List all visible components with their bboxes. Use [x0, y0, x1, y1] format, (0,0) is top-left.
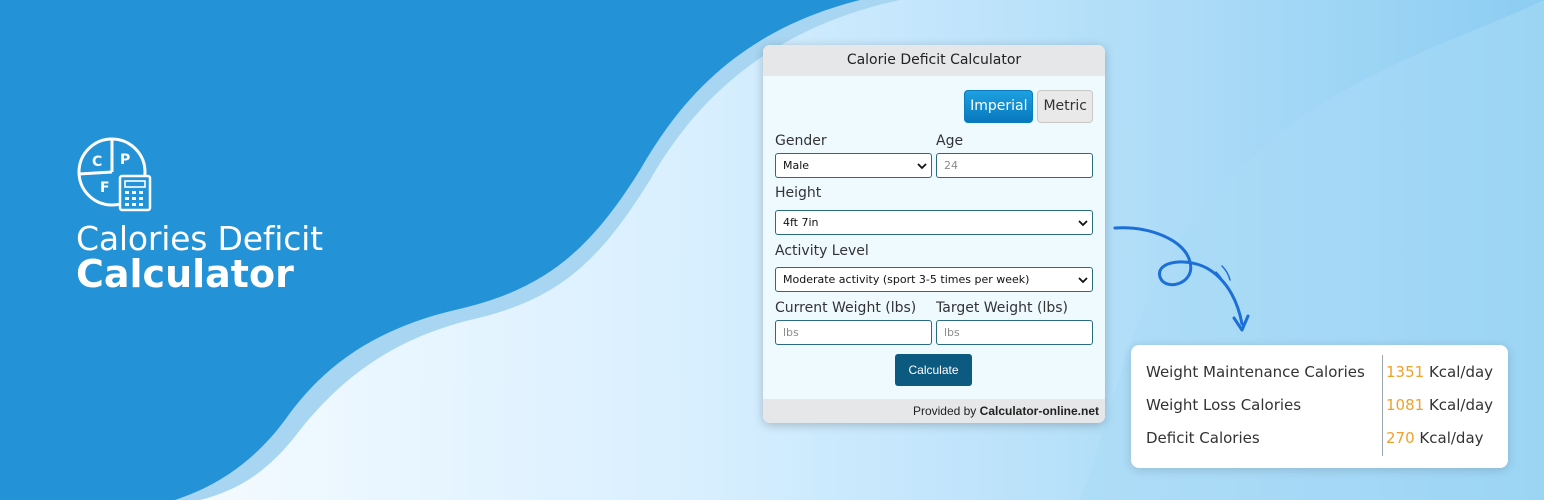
gender-label: Gender — [775, 133, 827, 149]
height-select-value: 4ft 7in — [783, 216, 819, 229]
result-unit: Kcal/day — [1428, 363, 1494, 381]
chevron-down-icon — [917, 163, 927, 170]
gender-select-value: Male — [783, 159, 810, 172]
brand-block: C P F Calories Deficit Calculator — [76, 136, 323, 294]
brand-title-line2: Calculator — [76, 252, 294, 296]
current-weight-input[interactable]: lbs — [775, 320, 932, 345]
logo-letter-c: C — [92, 154, 102, 170]
provider-link[interactable]: Calculator-online.net — [980, 404, 1099, 418]
target-weight-input[interactable]: lbs — [936, 320, 1093, 345]
activity-level-select[interactable]: Moderate activity (sport 3-5 times per w… — [775, 267, 1093, 292]
calculator-widget: Calorie Deficit Calculator Imperial Metr… — [763, 45, 1105, 423]
result-row-weight-loss: Weight Loss Calories 1081 Kcal/day — [1146, 396, 1493, 414]
result-value: 1351 — [1386, 363, 1425, 381]
calculator-title: Calorie Deficit Calculator — [763, 45, 1105, 76]
result-row-deficit: Deficit Calories 270 Kcal/day — [1146, 429, 1484, 447]
calculator-pie-logo-icon: C P F — [77, 137, 152, 212]
unit-toggle: Imperial Metric — [964, 90, 1093, 123]
results-card: Weight Maintenance Calories 1351 Kcal/da… — [1131, 345, 1508, 468]
height-label: Height — [775, 185, 822, 201]
result-unit: Kcal/day — [1428, 396, 1494, 414]
activity-level-select-value: Moderate activity (sport 3-5 times per w… — [783, 273, 1030, 286]
logo-letter-p: P — [120, 152, 130, 168]
imperial-button[interactable]: Imperial — [964, 90, 1034, 123]
height-select[interactable]: 4ft 7in — [775, 210, 1093, 235]
result-value-group: 1081 Kcal/day — [1386, 396, 1493, 414]
age-input[interactable]: 24 — [936, 153, 1093, 178]
result-label: Deficit Calories — [1146, 429, 1260, 447]
chevron-down-icon — [1078, 220, 1088, 227]
result-value-group: 1351 Kcal/day — [1386, 363, 1493, 381]
result-value: 270 — [1386, 429, 1415, 447]
calculate-button[interactable]: Calculate — [895, 354, 972, 386]
results-divider — [1382, 355, 1383, 456]
current-weight-label: Current Weight (lbs) — [775, 300, 917, 316]
result-value-group: 270 Kcal/day — [1386, 429, 1484, 447]
activity-level-label: Activity Level — [775, 243, 869, 259]
result-value: 1081 — [1386, 396, 1425, 414]
metric-button[interactable]: Metric — [1037, 90, 1093, 123]
result-label: Weight Loss Calories — [1146, 396, 1302, 414]
gender-select[interactable]: Male — [775, 153, 932, 178]
footer-prefix: Provided by — [912, 404, 977, 418]
chevron-down-icon — [1078, 277, 1088, 284]
result-unit: Kcal/day — [1419, 429, 1484, 447]
age-label: Age — [936, 133, 964, 149]
curly-arrow-icon — [1113, 226, 1250, 332]
result-row-maintenance: Weight Maintenance Calories 1351 Kcal/da… — [1146, 363, 1493, 381]
logo-letter-f: F — [100, 180, 110, 196]
result-label: Weight Maintenance Calories — [1146, 363, 1365, 381]
target-weight-label: Target Weight (lbs) — [936, 300, 1068, 316]
provider-footer: Provided by Calculator-online.net — [763, 399, 1105, 423]
